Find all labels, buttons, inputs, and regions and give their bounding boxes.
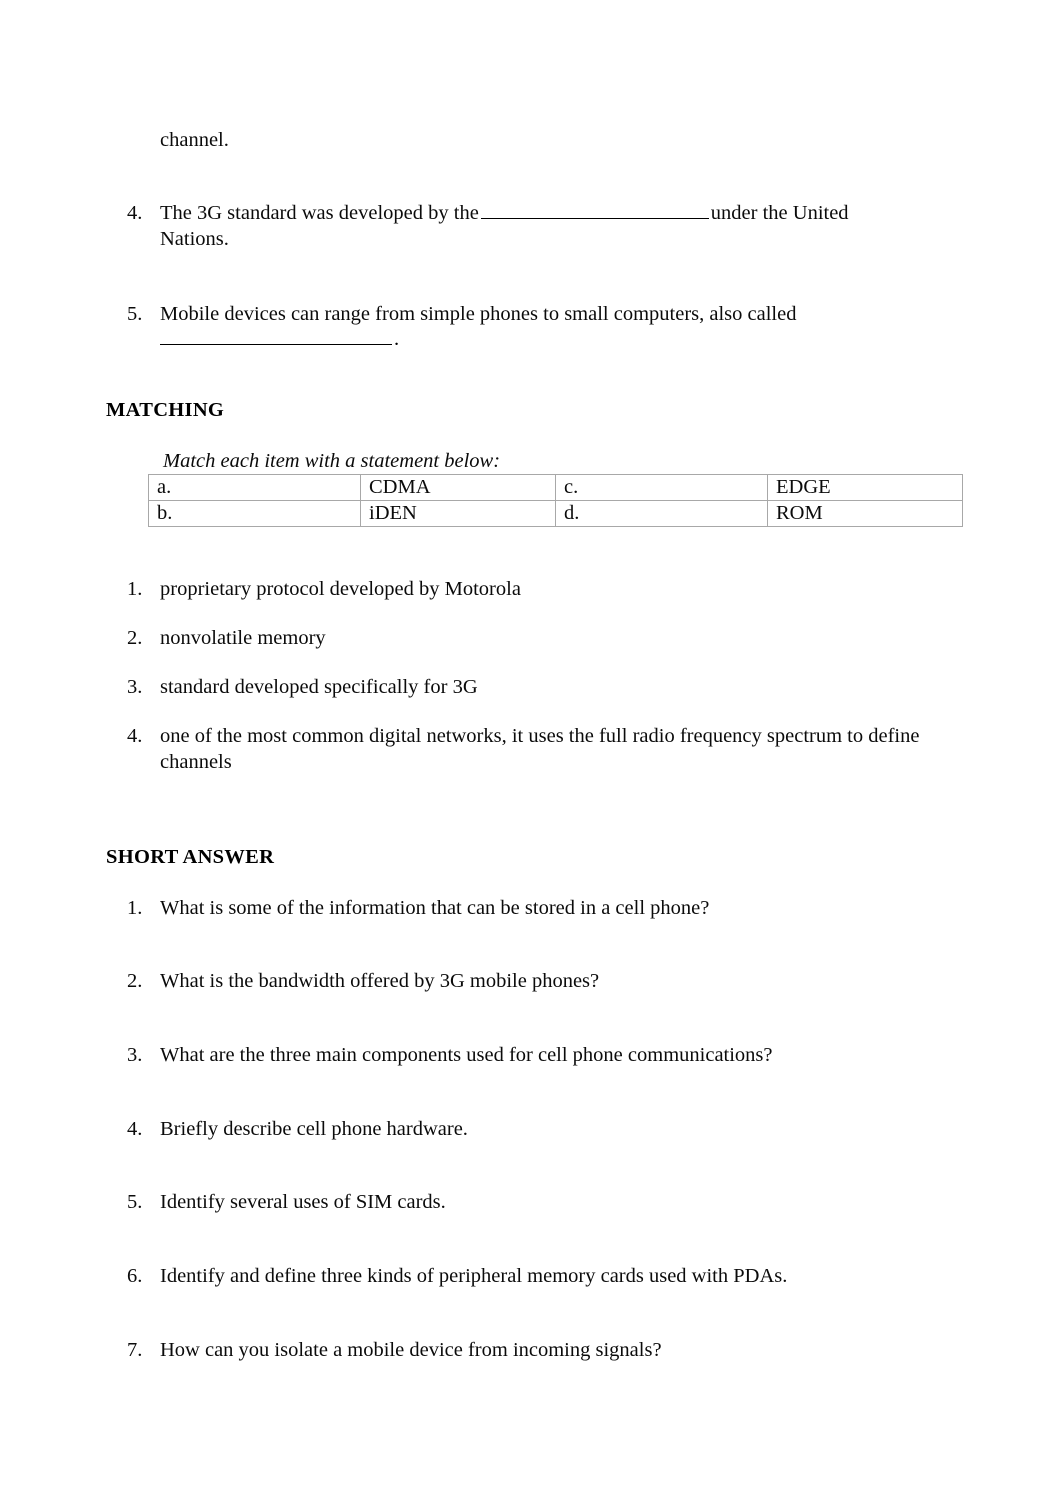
short-answer-item-6-number: 6. [127, 1265, 143, 1287]
table-cell-b-letter: b. [148, 500, 361, 527]
completion-item-5-blank-row: . [158, 326, 399, 352]
table-cell-d-letter: d. [555, 500, 768, 527]
matching-table: a. CDMA c. EDGE b. iDEN d. ROM [148, 474, 963, 527]
completion-item-5-text-after: . [394, 328, 400, 350]
completion-item-4-text-before: The 3G standard was developed by the [160, 202, 479, 224]
table-row: b. iDEN d. ROM [148, 500, 963, 527]
matching-item-1-number: 1. [127, 578, 143, 600]
short-answer-item-3-text: What are the three main components used … [160, 1044, 773, 1066]
short-answer-item-2-number: 2. [127, 970, 143, 992]
completion-item-5-number: 5. [127, 303, 143, 325]
table-cell-a-letter: a. [148, 474, 361, 501]
table-cell-c-letter: c. [555, 474, 768, 501]
matching-instruction: Match each item with a statement below: [163, 450, 501, 472]
short-answer-item-1-text: What is some of the information that can… [160, 897, 710, 919]
matching-item-4-text: one of the most common digital networks,… [160, 725, 920, 773]
table-cell-b-term: iDEN [360, 500, 556, 527]
short-answer-heading: SHORT ANSWER [106, 846, 275, 868]
matching-item-3-text: standard developed specifically for 3G [160, 676, 478, 698]
matching-item-2-number: 2. [127, 627, 143, 649]
short-answer-item-6-text: Identify and define three kinds of perip… [160, 1265, 788, 1287]
short-answer-item-4-number: 4. [127, 1118, 143, 1140]
completion-item-4-text: The 3G standard was developed by the unde… [160, 200, 920, 252]
short-answer-item-7-text: How can you isolate a mobile device from… [160, 1339, 662, 1361]
short-answer-item-1-number: 1. [127, 897, 143, 919]
matching-heading: MATCHING [106, 399, 225, 421]
table-row: a. CDMA c. EDGE [148, 474, 963, 501]
short-answer-item-5-text: Identify several uses of SIM cards. [160, 1191, 446, 1213]
matching-item-1-text: proprietary protocol developed by Motoro… [160, 578, 521, 600]
short-answer-item-4-text: Briefly describe cell phone hardware. [160, 1118, 468, 1140]
completion-item-5-blank[interactable] [160, 326, 392, 345]
completion-item-5-text: Mobile devices can range from simple pho… [160, 303, 797, 325]
table-cell-a-term: CDMA [360, 474, 556, 501]
short-answer-item-2-text: What is the bandwidth offered by 3G mobi… [160, 970, 600, 992]
matching-item-3-number: 3. [127, 676, 143, 698]
table-cell-d-term: ROM [767, 500, 963, 527]
short-answer-item-7-number: 7. [127, 1339, 143, 1361]
short-answer-item-5-number: 5. [127, 1191, 143, 1213]
matching-item-4-number: 4. [127, 725, 143, 747]
short-answer-item-3-number: 3. [127, 1044, 143, 1066]
table-cell-c-term: EDGE [767, 474, 963, 501]
matching-item-2-text: nonvolatile memory [160, 627, 326, 649]
completion-item-4-number: 4. [127, 202, 143, 224]
document-page: channel. 4. The 3G standard was develope… [0, 0, 1058, 1497]
completion-item-4-blank[interactable] [480, 200, 709, 219]
continued-text-line: channel. [160, 129, 229, 151]
